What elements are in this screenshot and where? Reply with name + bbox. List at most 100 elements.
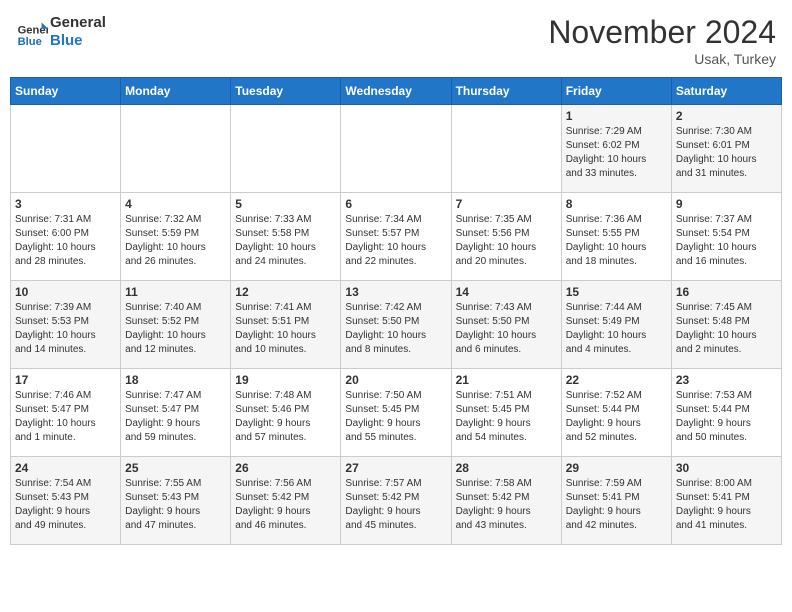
day-cell: [451, 105, 561, 193]
day-cell: 4 Sunrise: 7:32 AM Sunset: 5:59 PM Daylig…: [121, 193, 231, 281]
day-cell: [231, 105, 341, 193]
day-info: Sunrise: 7:37 AM Sunset: 5:54 PM Dayligh…: [676, 213, 777, 269]
day-number: 27: [345, 461, 446, 475]
day-cell: [121, 105, 231, 193]
column-header-friday: Friday: [561, 78, 671, 105]
day-cell: 5 Sunrise: 7:33 AM Sunset: 5:58 PM Daylig…: [231, 193, 341, 281]
day-cell: 24 Sunrise: 7:54 AM Sunset: 5:43 PM Dayli…: [11, 457, 121, 545]
day-number: 13: [345, 285, 446, 299]
day-cell: 22 Sunrise: 7:52 AM Sunset: 5:44 PM Dayli…: [561, 369, 671, 457]
day-number: 28: [456, 461, 557, 475]
day-info: Sunrise: 7:55 AM Sunset: 5:43 PM Dayligh…: [125, 477, 226, 533]
day-info: Sunrise: 7:53 AM Sunset: 5:44 PM Dayligh…: [676, 389, 777, 445]
day-number: 2: [676, 109, 777, 123]
day-number: 23: [676, 373, 777, 387]
week-row-3: 10 Sunrise: 7:39 AM Sunset: 5:53 PM Dayli…: [11, 281, 782, 369]
day-cell: 23 Sunrise: 7:53 AM Sunset: 5:44 PM Dayli…: [671, 369, 781, 457]
day-cell: 13Sunrise: 7:42 AM Sunset: 5:50 PM Dayli…: [341, 281, 451, 369]
day-number: 14: [456, 285, 557, 299]
day-info: Sunrise: 7:34 AM Sunset: 5:57 PM Dayligh…: [345, 213, 446, 269]
day-cell: 26 Sunrise: 7:56 AM Sunset: 5:42 PM Dayli…: [231, 457, 341, 545]
day-cell: 7Sunrise: 7:35 AM Sunset: 5:56 PM Daylig…: [451, 193, 561, 281]
day-cell: 1Sunrise: 7:29 AM Sunset: 6:02 PM Daylig…: [561, 105, 671, 193]
day-info: Sunrise: 7:58 AM Sunset: 5:42 PM Dayligh…: [456, 477, 557, 533]
day-info: Sunrise: 7:50 AM Sunset: 5:45 PM Dayligh…: [345, 389, 446, 445]
day-cell: 25Sunrise: 7:55 AM Sunset: 5:43 PM Dayli…: [121, 457, 231, 545]
column-header-wednesday: Wednesday: [341, 78, 451, 105]
day-info: Sunrise: 7:41 AM Sunset: 5:51 PM Dayligh…: [235, 301, 336, 357]
column-header-saturday: Saturday: [671, 78, 781, 105]
day-info: Sunrise: 7:30 AM Sunset: 6:01 PM Dayligh…: [676, 125, 777, 181]
day-cell: 29 Sunrise: 7:59 AM Sunset: 5:41 PM Dayli…: [561, 457, 671, 545]
day-cell: 16 Sunrise: 7:45 AM Sunset: 5:48 PM Dayli…: [671, 281, 781, 369]
column-header-sunday: Sunday: [11, 78, 121, 105]
day-cell: 2 Sunrise: 7:30 AM Sunset: 6:01 PM Daylig…: [671, 105, 781, 193]
day-cell: [11, 105, 121, 193]
day-number: 6: [345, 197, 446, 211]
day-info: Sunrise: 7:59 AM Sunset: 5:41 PM Dayligh…: [566, 477, 667, 533]
day-number: 29: [566, 461, 667, 475]
day-cell: 14 Sunrise: 7:43 AM Sunset: 5:50 PM Dayli…: [451, 281, 561, 369]
day-number: 5: [235, 197, 336, 211]
day-cell: 21 Sunrise: 7:51 AM Sunset: 5:45 PM Dayli…: [451, 369, 561, 457]
month-title: November 2024: [548, 14, 776, 51]
day-info: Sunrise: 7:56 AM Sunset: 5:42 PM Dayligh…: [235, 477, 336, 533]
title-block: November 2024 Usak, Turkey: [548, 14, 776, 67]
day-number: 20: [345, 373, 446, 387]
column-header-thursday: Thursday: [451, 78, 561, 105]
day-number: 30: [676, 461, 777, 475]
day-info: Sunrise: 7:44 AM Sunset: 5:49 PM Dayligh…: [566, 301, 667, 357]
day-info: Sunrise: 7:31 AM Sunset: 6:00 PM Dayligh…: [15, 213, 116, 269]
day-cell: 27 Sunrise: 7:57 AM Sunset: 5:42 PM Dayli…: [341, 457, 451, 545]
logo: General Blue General Blue: [16, 14, 106, 50]
day-cell: 18 Sunrise: 7:47 AM Sunset: 5:47 PM Dayli…: [121, 369, 231, 457]
day-cell: 11Sunrise: 7:40 AM Sunset: 5:52 PM Dayli…: [121, 281, 231, 369]
day-number: 3: [15, 197, 116, 211]
day-cell: 15 Sunrise: 7:44 AM Sunset: 5:49 PM Dayli…: [561, 281, 671, 369]
day-info: Sunrise: 7:51 AM Sunset: 5:45 PM Dayligh…: [456, 389, 557, 445]
day-info: Sunrise: 7:39 AM Sunset: 5:53 PM Dayligh…: [15, 301, 116, 357]
day-cell: 30Sunrise: 8:00 AM Sunset: 5:41 PM Dayli…: [671, 457, 781, 545]
day-cell: 12 Sunrise: 7:41 AM Sunset: 5:51 PM Dayli…: [231, 281, 341, 369]
location: Usak, Turkey: [548, 51, 776, 67]
day-number: 26: [235, 461, 336, 475]
day-cell: 9 Sunrise: 7:37 AM Sunset: 5:54 PM Daylig…: [671, 193, 781, 281]
day-number: 24: [15, 461, 116, 475]
week-row-5: 24 Sunrise: 7:54 AM Sunset: 5:43 PM Dayli…: [11, 457, 782, 545]
day-number: 10: [15, 285, 116, 299]
day-number: 16: [676, 285, 777, 299]
day-cell: 28 Sunrise: 7:58 AM Sunset: 5:42 PM Dayli…: [451, 457, 561, 545]
day-cell: [341, 105, 451, 193]
day-number: 18: [125, 373, 226, 387]
day-number: 17: [15, 373, 116, 387]
day-info: Sunrise: 7:54 AM Sunset: 5:43 PM Dayligh…: [15, 477, 116, 533]
day-info: Sunrise: 7:57 AM Sunset: 5:42 PM Dayligh…: [345, 477, 446, 533]
day-cell: 17 Sunrise: 7:46 AM Sunset: 5:47 PM Dayli…: [11, 369, 121, 457]
svg-text:Blue: Blue: [18, 36, 42, 48]
day-cell: 8Sunrise: 7:36 AM Sunset: 5:55 PM Daylig…: [561, 193, 671, 281]
day-info: Sunrise: 7:32 AM Sunset: 5:59 PM Dayligh…: [125, 213, 226, 269]
day-info: Sunrise: 7:43 AM Sunset: 5:50 PM Dayligh…: [456, 301, 557, 357]
day-info: Sunrise: 7:52 AM Sunset: 5:44 PM Dayligh…: [566, 389, 667, 445]
column-header-tuesday: Tuesday: [231, 78, 341, 105]
day-info: Sunrise: 7:47 AM Sunset: 5:47 PM Dayligh…: [125, 389, 226, 445]
day-cell: 19Sunrise: 7:48 AM Sunset: 5:46 PM Dayli…: [231, 369, 341, 457]
day-number: 15: [566, 285, 667, 299]
day-cell: 10 Sunrise: 7:39 AM Sunset: 5:53 PM Dayli…: [11, 281, 121, 369]
day-info: Sunrise: 7:33 AM Sunset: 5:58 PM Dayligh…: [235, 213, 336, 269]
day-number: 8: [566, 197, 667, 211]
day-number: 12: [235, 285, 336, 299]
calendar-header-row: SundayMondayTuesdayWednesdayThursdayFrid…: [11, 78, 782, 105]
day-number: 21: [456, 373, 557, 387]
day-info: Sunrise: 7:46 AM Sunset: 5:47 PM Dayligh…: [15, 389, 116, 445]
day-cell: 20 Sunrise: 7:50 AM Sunset: 5:45 PM Dayli…: [341, 369, 451, 457]
day-number: 4: [125, 197, 226, 211]
week-row-1: 1Sunrise: 7:29 AM Sunset: 6:02 PM Daylig…: [11, 105, 782, 193]
day-info: Sunrise: 7:45 AM Sunset: 5:48 PM Dayligh…: [676, 301, 777, 357]
day-cell: 3 Sunrise: 7:31 AM Sunset: 6:00 PM Daylig…: [11, 193, 121, 281]
day-info: Sunrise: 7:29 AM Sunset: 6:02 PM Dayligh…: [566, 125, 667, 181]
day-info: Sunrise: 7:48 AM Sunset: 5:46 PM Dayligh…: [235, 389, 336, 445]
day-number: 22: [566, 373, 667, 387]
day-info: Sunrise: 7:40 AM Sunset: 5:52 PM Dayligh…: [125, 301, 226, 357]
day-number: 9: [676, 197, 777, 211]
